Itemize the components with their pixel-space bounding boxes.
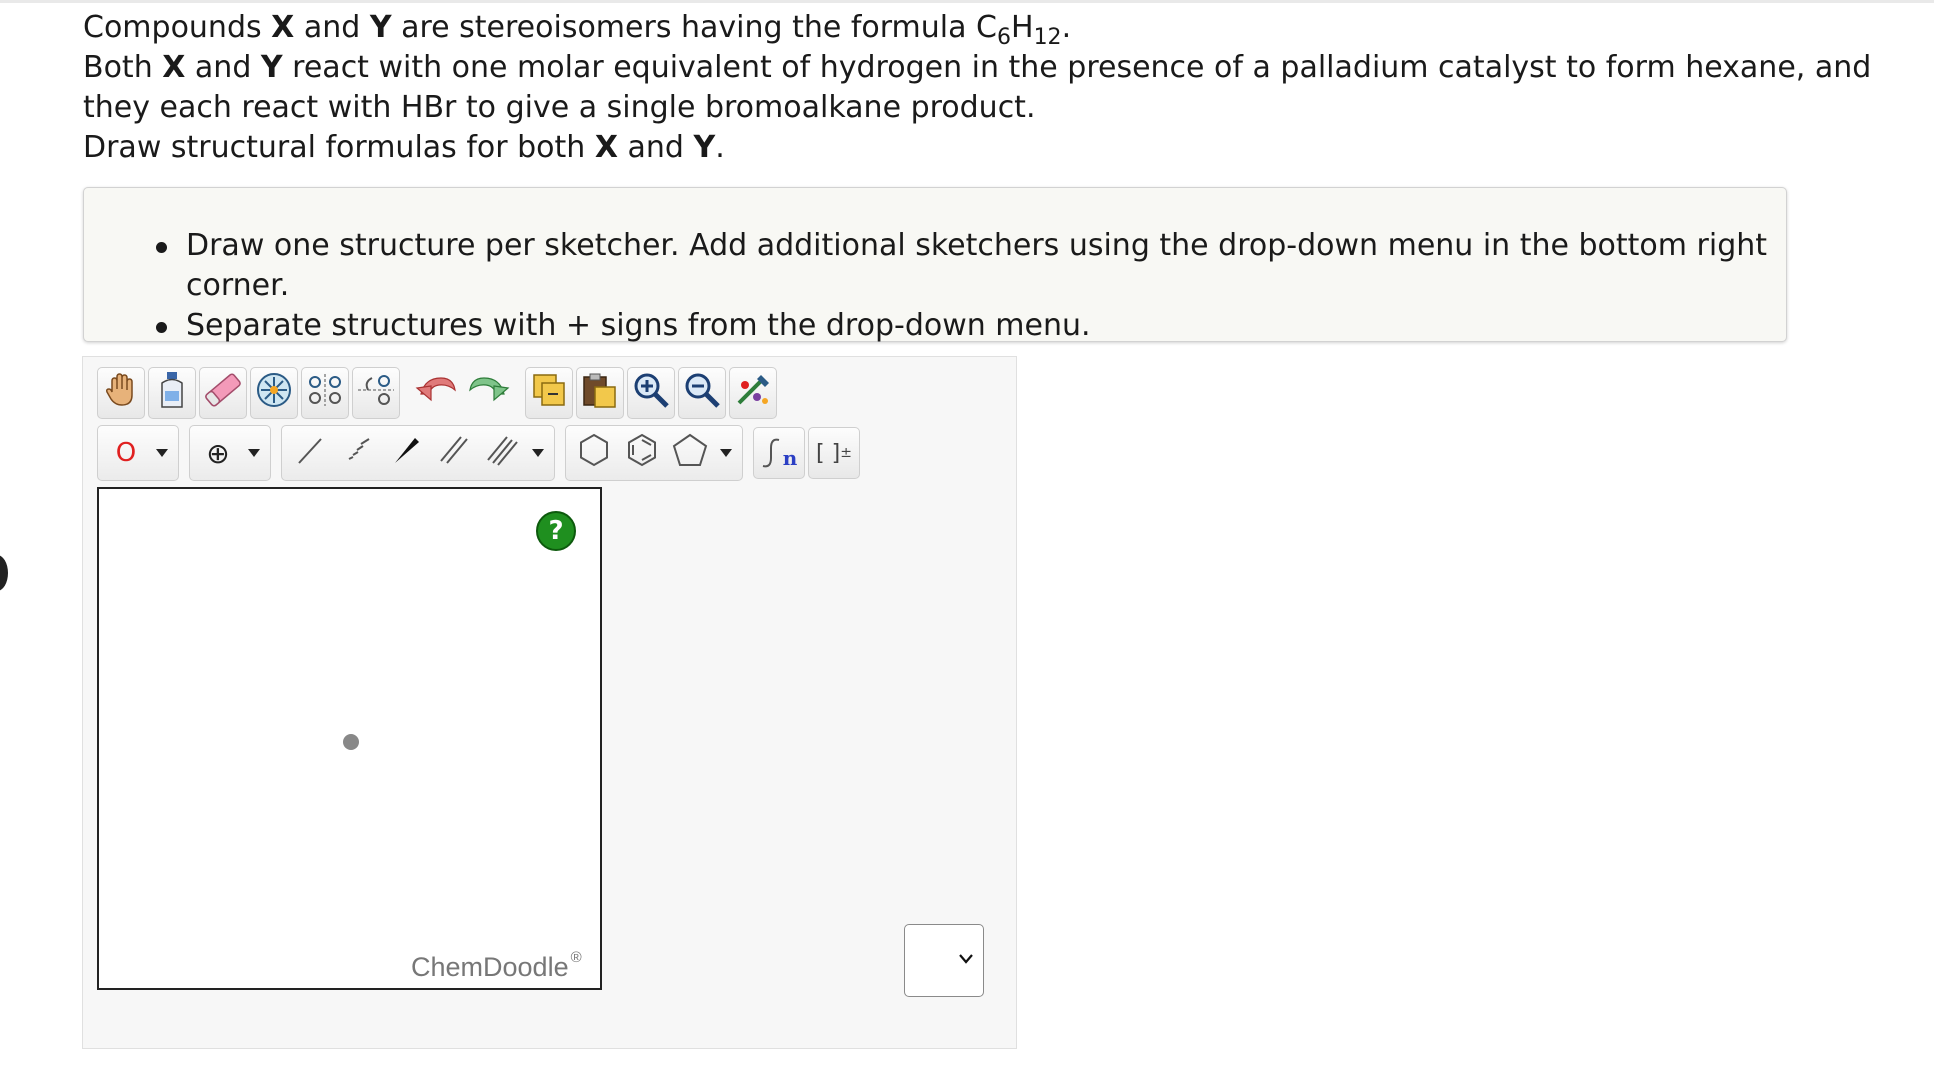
zoom-out-button[interactable] [678, 367, 726, 419]
canvas-cursor-dot [343, 734, 359, 750]
flip-vertical-icon [356, 372, 396, 414]
eraser-icon [203, 372, 243, 414]
triple-bond-icon [485, 433, 519, 473]
zoom-in-button[interactable] [627, 367, 675, 419]
double-bond-button[interactable] [430, 427, 478, 479]
clean-button[interactable] [729, 367, 777, 419]
paste-button[interactable] [576, 367, 624, 419]
clear-bottle-icon [159, 371, 185, 415]
undo-icon [415, 372, 459, 414]
wedge-bond-button[interactable] [382, 427, 430, 479]
question-line-3: Draw structural formulas for both X and … [83, 130, 725, 165]
chevron-down-icon[interactable] [720, 449, 732, 457]
redo-button[interactable] [464, 367, 512, 419]
recessed-bond-button[interactable] [334, 427, 382, 479]
chevron-down-icon[interactable] [248, 449, 260, 457]
sgroup-button[interactable]: n [753, 427, 805, 479]
benzene-button[interactable] [618, 427, 666, 479]
help-button[interactable]: ? [536, 511, 576, 551]
sgroup-icon: n [761, 436, 797, 470]
triple-bond-button[interactable] [478, 427, 526, 479]
drawing-canvas[interactable]: ? ChemDoodle ® [97, 487, 602, 990]
zoom-in-icon [632, 371, 670, 415]
question-line-1: Compounds X and Y are stereoisomers havi… [83, 10, 1072, 50]
chevron-down-icon[interactable] [532, 449, 544, 457]
chevron-down-icon[interactable] [156, 449, 168, 457]
toolbar-row-1 [97, 365, 780, 421]
clean-icon [733, 371, 773, 415]
instructions-box: Draw one structure per sketcher. Add add… [83, 187, 1787, 343]
chemdoodle-sketcher: O ⊕ n [] ± ? ChemDoodle ® [82, 356, 1017, 1049]
center-icon [255, 371, 293, 415]
copy-icon [530, 371, 568, 415]
ring-group[interactable] [565, 425, 743, 481]
cyclopentane-icon [671, 432, 709, 474]
single-bond-button[interactable] [286, 427, 334, 479]
instructions-list: Draw one structure per sketcher. Add add… [156, 226, 1786, 346]
sketcher-options-dropdown[interactable] [904, 924, 984, 997]
bond-group[interactable] [281, 425, 555, 481]
instruction-item: Draw one structure per sketcher. Add add… [156, 226, 1786, 306]
recessed-bond-icon [341, 433, 375, 473]
charge-button[interactable]: ⊕ [194, 427, 242, 479]
undo-button[interactable] [413, 367, 461, 419]
cyclopentane-button[interactable] [666, 427, 714, 479]
eraser-button[interactable] [199, 367, 247, 419]
flip-vertical-button[interactable] [352, 367, 400, 419]
toolbar-row-2: O ⊕ n [] ± [97, 425, 863, 481]
charge-group[interactable]: ⊕ [189, 425, 271, 481]
question-line-2: Both X and Y react with one molar equiva… [83, 50, 1872, 125]
atom-group[interactable]: O [97, 425, 179, 481]
redo-icon [466, 372, 510, 414]
side-tab[interactable] [0, 555, 8, 591]
hand-tool-button[interactable] [97, 367, 145, 419]
single-bond-icon [293, 433, 327, 473]
top-border [0, 0, 1934, 3]
flip-horizontal-button[interactable] [301, 367, 349, 419]
cyclohexane-icon [576, 432, 612, 474]
zoom-out-icon [683, 371, 721, 415]
cyclohexane-button[interactable] [570, 427, 618, 479]
clear-button[interactable] [148, 367, 196, 419]
center-button[interactable] [250, 367, 298, 419]
instruction-item: Separate structures with + signs from th… [156, 306, 1786, 346]
wedge-bond-icon [389, 433, 423, 473]
bracket-button[interactable]: [ ] ± [808, 427, 860, 479]
chemdoodle-watermark: ChemDoodle ® [411, 949, 582, 982]
atom-button[interactable]: O [102, 427, 150, 479]
copy-button[interactable] [525, 367, 573, 419]
flip-icon [305, 372, 345, 414]
question-text: Compounds X and Y are stereoisomers havi… [83, 8, 1903, 168]
benzene-icon [624, 432, 660, 474]
hand-icon [104, 372, 138, 414]
double-bond-icon [437, 433, 471, 473]
paste-icon [581, 371, 619, 415]
